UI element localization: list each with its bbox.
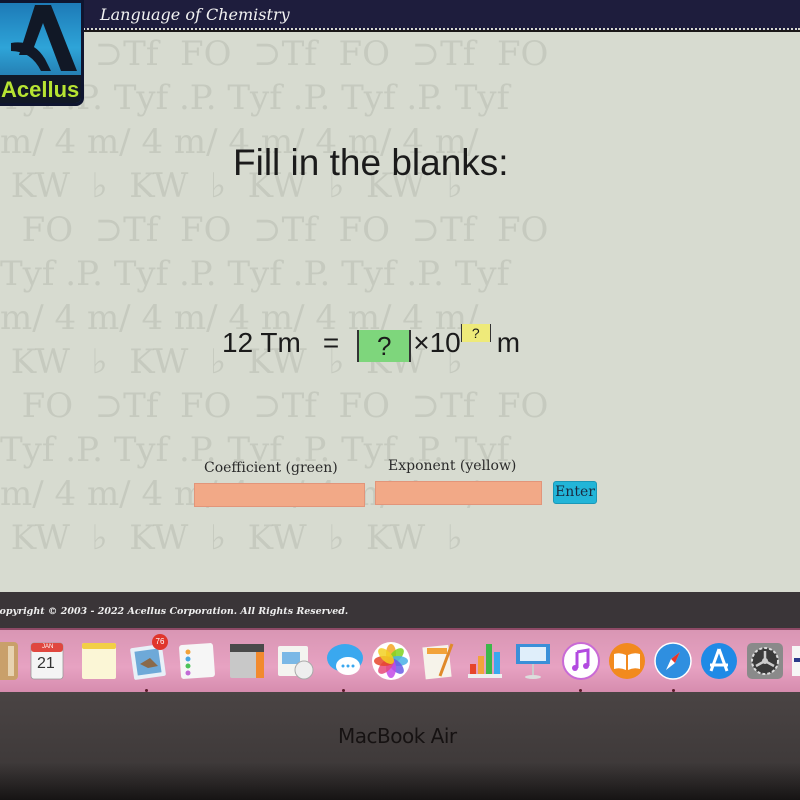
question-prompt: Fill in the blanks: [233, 142, 509, 183]
mail-badge: 76 [152, 634, 168, 650]
numbers-icon [468, 644, 502, 678]
dock-safari[interactable] [652, 640, 694, 682]
top-header-bar: Language of Chemistry [0, 0, 800, 30]
app-store-icon [701, 643, 737, 679]
dock-photos[interactable] [370, 640, 412, 682]
dock-messages[interactable] [324, 640, 366, 682]
exponent-label: Exponent (yellow) [388, 458, 517, 474]
dock-app-store[interactable] [698, 640, 740, 682]
keynote-icon [516, 644, 550, 679]
pages-icon [422, 643, 454, 680]
equation-lhs: 12 Tm [222, 327, 301, 358]
itunes-icon [562, 642, 600, 680]
dock-reminders[interactable] [176, 640, 218, 682]
equation: 12 Tm = ? ×10 ? m [222, 324, 521, 362]
dock-notes[interactable] [78, 640, 120, 682]
dock-keynote[interactable] [512, 640, 554, 682]
coefficient-blank: ? [357, 330, 412, 362]
gear-icon [747, 643, 783, 679]
dock-overflow[interactable] [790, 640, 800, 682]
messages-icon [327, 644, 363, 675]
dock-contacts[interactable] [0, 640, 20, 682]
course-title: Language of Chemistry [100, 5, 290, 24]
acellus-a-icon [11, 5, 77, 71]
calendar-day: 21 [37, 655, 55, 672]
laptop-bezel: MacBook Air [0, 692, 800, 800]
times-ten: ×10 [413, 327, 461, 358]
copyright-text: Copyright © 2003 - 2022 Acellus Corporat… [0, 606, 349, 617]
dock-ibooks[interactable] [606, 640, 648, 682]
coefficient-input[interactable] [194, 483, 365, 507]
dock-itunes[interactable] [560, 640, 602, 682]
exponent-input[interactable] [375, 481, 542, 505]
reminders-icon [179, 643, 215, 679]
safari-icon [654, 642, 692, 680]
macos-dock: JAN 21 76 [0, 628, 800, 692]
calendar-month: JAN [42, 644, 54, 650]
logo-text: Acellus [0, 75, 81, 103]
question-panel: FO ⊃Tf FO ⊃Tf FO ⊃Tf FO Tyf .P. Tyf .P. … [0, 32, 800, 592]
dock-pages[interactable] [418, 640, 460, 682]
calculator-icon [230, 644, 264, 678]
page-footer: Copyright © 2003 - 2022 Acellus Corporat… [0, 592, 800, 630]
equals-sign: = [322, 327, 340, 358]
dock-numbers[interactable] [464, 640, 506, 682]
coefficient-label: Coefficient (green) [204, 460, 338, 476]
equation-unit: m [496, 327, 521, 358]
exponent-blank: ? [460, 324, 491, 342]
document-icon [792, 646, 800, 676]
dock-preview[interactable] [274, 640, 316, 682]
contacts-icon [0, 642, 18, 680]
photos-icon [372, 642, 410, 680]
enter-button[interactable]: Enter [553, 481, 597, 504]
dock-system-preferences[interactable] [744, 640, 786, 682]
dock-mail[interactable]: 76 [128, 634, 170, 682]
notes-icon [82, 643, 116, 679]
ibooks-icon [609, 643, 645, 679]
preview-icon [278, 646, 314, 680]
dock-calculator[interactable] [226, 640, 268, 682]
device-label: MacBook Air [338, 724, 457, 748]
background-watermark: FO ⊃Tf FO ⊃Tf FO ⊃Tf FO Tyf .P. Tyf .P. … [0, 34, 549, 558]
acellus-logo[interactable]: Acellus [0, 0, 84, 106]
dock-calendar[interactable]: JAN 21 [26, 640, 68, 682]
